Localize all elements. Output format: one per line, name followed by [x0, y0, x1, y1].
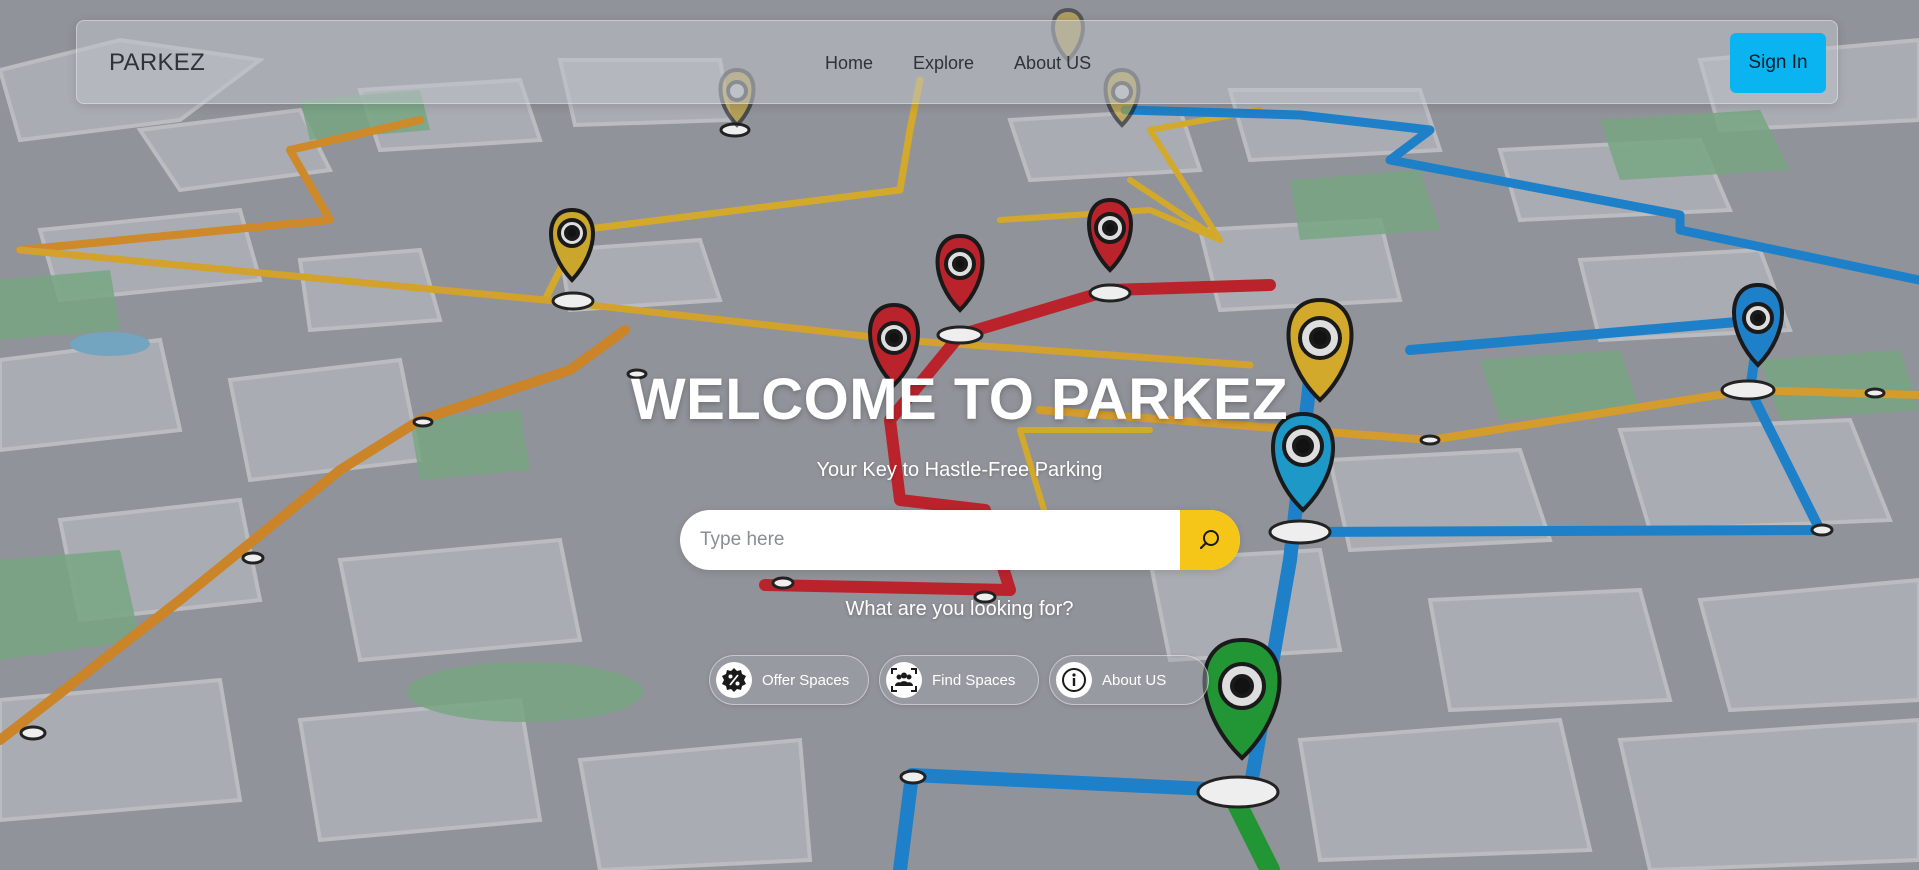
search-button[interactable]	[1180, 510, 1240, 570]
map-background	[0, 0, 1919, 870]
about-us-button[interactable]: About US	[1049, 655, 1209, 705]
search-bar	[680, 510, 1240, 570]
search-input[interactable]	[680, 510, 1180, 570]
search-icon	[1199, 530, 1219, 550]
quick-options: Offer Spaces Find Spaces About US	[709, 655, 1209, 705]
nav-link-home[interactable]: Home	[825, 53, 873, 74]
find-spaces-button[interactable]: Find Spaces	[879, 655, 1039, 705]
sign-in-button[interactable]: Sign In	[1730, 33, 1826, 93]
discount-badge-icon	[716, 662, 752, 698]
people-scan-icon	[886, 662, 922, 698]
offer-spaces-label: Offer Spaces	[762, 671, 850, 689]
nav-links: Home Explore About US	[825, 21, 1091, 105]
about-us-label: About US	[1102, 671, 1167, 689]
offer-spaces-button[interactable]: Offer Spaces	[709, 655, 869, 705]
search-prompt: What are you looking for?	[845, 598, 1074, 620]
nav-link-explore[interactable]: Explore	[913, 53, 974, 74]
find-spaces-label: Find Spaces	[932, 671, 1016, 689]
hero-title: WELCOME TO PARKEZ	[630, 367, 1289, 432]
hero-subtitle: Your Key to Hastle-Free Parking	[816, 459, 1103, 481]
info-icon	[1056, 662, 1092, 698]
brand-logo[interactable]: PARKEZ	[109, 21, 205, 105]
nav-link-about[interactable]: About US	[1014, 53, 1091, 74]
navbar: PARKEZ Home Explore About US	[76, 20, 1838, 104]
